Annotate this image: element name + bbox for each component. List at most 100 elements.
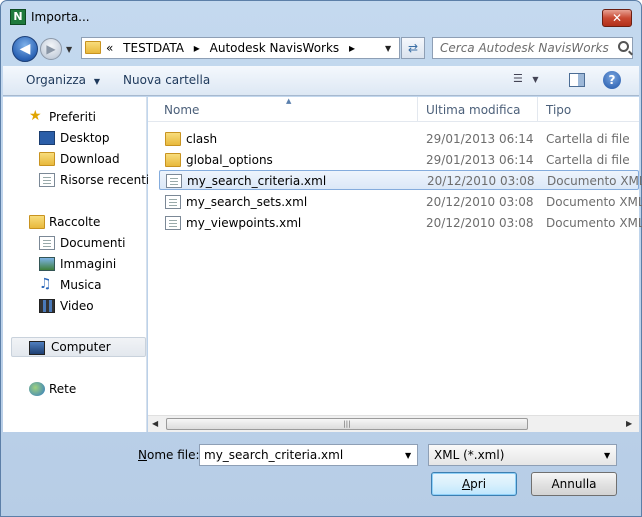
video-icon <box>39 299 55 313</box>
sidebar-item-network[interactable]: Rete <box>3 379 146 399</box>
chevron-down-icon: ▼ <box>93 77 101 86</box>
column-header-type[interactable]: Tipo <box>546 103 571 117</box>
desktop-icon <box>39 131 55 145</box>
refresh-button[interactable]: ⇄ <box>401 37 425 59</box>
breadcrumb-item-autodesk-navisworks[interactable]: Autodesk NavisWorks <box>210 41 340 55</box>
file-name: my_viewpoints.xml <box>186 216 302 230</box>
preview-pane-icon[interactable] <box>569 73 585 87</box>
chevron-down-icon: ▼ <box>604 451 611 460</box>
new-folder-button[interactable]: Nuova cartella <box>123 73 210 87</box>
sidebar-item-recent-places[interactable]: Risorse recenti <box>3 170 150 190</box>
address-bar[interactable]: « TESTDATA ▸ Autodesk NavisWorks ▸ ▼ <box>81 37 400 59</box>
file-name: my_search_criteria.xml <box>187 174 327 188</box>
sidebar-item-libraries[interactable]: Raccolte <box>3 212 146 232</box>
sidebar-item-label: Musica <box>60 278 102 292</box>
pictures-icon <box>39 257 55 271</box>
sidebar-item-download[interactable]: Download <box>3 149 146 169</box>
column-header-row: ▲ Nome Ultima modifica Tipo <box>148 97 639 122</box>
sidebar-item-label: Raccolte <box>49 215 101 229</box>
help-icon[interactable]: ? <box>603 71 621 89</box>
file-type: Documento XML <box>546 216 642 230</box>
file-row[interactable]: my_search_sets.xml 20/12/2010 03:08 Docu… <box>159 192 642 212</box>
file-row[interactable]: clash 29/01/2013 06:14 Cartella di file <box>159 129 639 149</box>
organize-label: Organizza <box>26 73 87 87</box>
file-name: global_options <box>186 153 273 167</box>
file-type: Documento XML <box>546 195 642 209</box>
filename-field[interactable]: my_search_criteria.xml ▼ <box>199 444 418 466</box>
file-type: Cartella di file <box>546 153 630 167</box>
file-modified: 29/01/2013 06:14 <box>426 132 534 146</box>
cancel-button[interactable]: Annulla <box>531 472 617 496</box>
download-folder-icon <box>39 152 55 166</box>
star-icon: ★ <box>29 108 42 124</box>
navigation-pane: ★ Preferiti Desktop Download Risorse rec… <box>3 97 150 432</box>
file-type: Cartella di file <box>546 132 630 146</box>
file-name: my_search_sets.xml <box>186 195 308 209</box>
search-icon <box>618 41 629 52</box>
file-type-select[interactable]: XML (*.xml) ▼ <box>428 444 617 466</box>
file-row[interactable]: global_options 29/01/2013 06:14 Cartella… <box>159 150 639 170</box>
title-bar[interactable]: N Importa... ✕ <box>1 1 641 31</box>
breadcrumb-separator-icon[interactable]: ▸ <box>194 41 200 55</box>
file-type-value: XML (*.xml) <box>434 448 505 462</box>
documents-icon <box>39 236 55 250</box>
close-button[interactable]: ✕ <box>602 9 632 27</box>
dialog-title: Importa... <box>31 10 90 24</box>
breadcrumb-overflow[interactable]: « <box>106 41 113 55</box>
column-divider[interactable] <box>417 97 418 122</box>
sidebar-item-video[interactable]: Video <box>3 296 146 316</box>
folder-icon <box>165 153 181 167</box>
sidebar-item-label: Computer <box>51 340 111 354</box>
sidebar-item-pictures[interactable]: Immagini <box>3 254 146 274</box>
import-dialog: N Importa... ✕ ◀ ▶ ▼ « TESTDATA ▸ Autode… <box>0 0 642 517</box>
xml-file-icon <box>165 195 181 209</box>
sidebar-item-label: Rete <box>49 382 77 396</box>
file-row-selected[interactable]: my_search_criteria.xml 20/12/2010 03:08 … <box>159 170 642 190</box>
back-button[interactable]: ◀ <box>12 36 38 62</box>
search-input[interactable]: Cerca Autodesk NavisWorks <box>432 37 633 59</box>
horizontal-scrollbar[interactable]: ◀ ||| ▶ <box>148 415 639 432</box>
forward-button[interactable]: ▶ <box>40 38 62 60</box>
sort-ascending-icon: ▲ <box>286 97 292 105</box>
file-modified: 29/01/2013 06:14 <box>426 153 534 167</box>
sidebar-item-label: Video <box>60 299 94 313</box>
recent-places-icon <box>39 173 55 187</box>
file-row[interactable]: my_viewpoints.xml 20/12/2010 03:08 Docum… <box>159 213 642 233</box>
file-modified: 20/12/2010 03:08 <box>427 174 535 188</box>
sidebar-item-favorites[interactable]: ★ Preferiti <box>3 107 146 127</box>
change-view-button[interactable]: ☰ ▼ <box>513 72 551 90</box>
sidebar-item-label: Preferiti <box>49 110 96 124</box>
breadcrumb-separator-icon[interactable]: ▸ <box>349 41 355 55</box>
open-button[interactable]: Apri <box>431 472 517 496</box>
navisworks-app-icon: N <box>10 9 26 25</box>
address-dropdown-icon[interactable]: ▼ <box>385 44 391 53</box>
sidebar-item-label: Desktop <box>60 131 110 145</box>
filename-value: my_search_criteria.xml <box>204 448 344 462</box>
libraries-icon <box>29 215 45 229</box>
sidebar-item-label: Documenti <box>60 236 126 250</box>
breadcrumb: « TESTDATA ▸ Autodesk NavisWorks ▸ <box>106 41 361 55</box>
scroll-right-icon[interactable]: ▶ <box>626 419 632 428</box>
sidebar-item-label: Risorse recenti <box>60 173 150 187</box>
file-type: Documento XML <box>547 174 642 188</box>
scrollbar-thumb[interactable]: ||| <box>166 418 528 430</box>
scroll-left-icon[interactable]: ◀ <box>152 419 158 428</box>
chevron-down-icon[interactable]: ▼ <box>405 451 411 460</box>
sidebar-item-computer[interactable]: Computer <box>11 337 146 357</box>
toolbar: Organizza ▼ Nuova cartella ☰ ▼ ? <box>3 66 639 96</box>
column-header-name[interactable]: Nome <box>164 103 199 117</box>
search-placeholder: Cerca Autodesk NavisWorks <box>440 41 609 55</box>
file-modified: 20/12/2010 03:08 <box>426 195 534 209</box>
organize-menu-button[interactable]: Organizza ▼ <box>26 73 100 87</box>
recent-locations-dropdown[interactable]: ▼ <box>66 45 72 54</box>
music-icon: ♫ <box>39 276 52 292</box>
sidebar-item-documents[interactable]: Documenti <box>3 233 146 253</box>
column-header-modified[interactable]: Ultima modifica <box>426 103 521 117</box>
folder-icon <box>165 132 181 146</box>
computer-icon <box>29 341 45 355</box>
file-list: ▲ Nome Ultima modifica Tipo clash 29/01/… <box>148 97 642 432</box>
sidebar-item-music[interactable]: ♫ Musica <box>3 275 146 295</box>
column-divider[interactable] <box>537 97 538 122</box>
sidebar-item-desktop[interactable]: Desktop <box>3 128 146 148</box>
breadcrumb-item-testdata[interactable]: TESTDATA <box>123 41 184 55</box>
